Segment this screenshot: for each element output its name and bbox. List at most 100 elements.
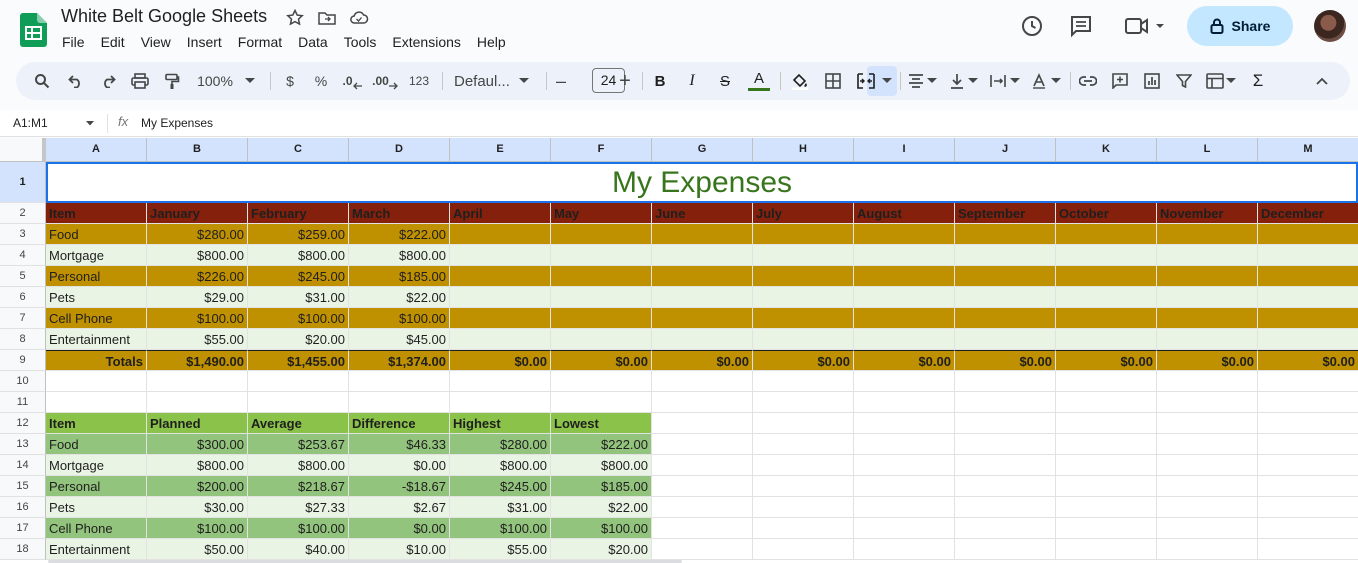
empty-cell[interactable] — [753, 518, 854, 539]
expense-header-cell[interactable]: October — [1056, 203, 1157, 224]
row-header-8[interactable]: 8 — [0, 329, 46, 350]
stats-cell[interactable]: Cell Phone — [46, 518, 147, 539]
borders-icon[interactable] — [821, 62, 845, 100]
expense-cell[interactable]: $222.00 — [349, 224, 450, 245]
row-header-1[interactable]: 1 — [0, 162, 46, 203]
chevron-down-icon[interactable] — [966, 62, 980, 100]
stats-cell[interactable]: $100.00 — [147, 518, 248, 539]
expense-header-cell[interactable]: December — [1258, 203, 1358, 224]
empty-cell[interactable] — [652, 434, 753, 455]
expense-cell[interactable] — [753, 287, 854, 308]
expense-cell[interactable]: $55.00 — [147, 329, 248, 350]
expense-cell[interactable]: Entertainment — [46, 329, 147, 350]
expense-cell[interactable] — [450, 308, 551, 329]
stats-cell[interactable]: $0.00 — [349, 518, 450, 539]
sheets-logo[interactable] — [20, 13, 47, 47]
stats-header-cell[interactable]: Lowest — [551, 413, 652, 434]
empty-cell[interactable] — [1056, 497, 1157, 518]
empty-cell[interactable] — [753, 539, 854, 560]
decrease-decimal-button[interactable]: .0 — [341, 62, 363, 100]
total-cell[interactable]: $0.00 — [955, 350, 1056, 371]
expense-cell[interactable]: $259.00 — [248, 224, 349, 245]
empty-cell[interactable] — [854, 518, 955, 539]
expense-cell[interactable]: $45.00 — [349, 329, 450, 350]
expense-header-cell[interactable]: September — [955, 203, 1056, 224]
menu-data[interactable]: Data — [290, 33, 336, 53]
empty-cell[interactable] — [1258, 371, 1358, 392]
empty-cell[interactable] — [1258, 413, 1358, 434]
empty-cell[interactable] — [753, 455, 854, 476]
expense-cell[interactable] — [955, 287, 1056, 308]
stats-cell[interactable]: $55.00 — [450, 539, 551, 560]
paint-format-icon[interactable] — [160, 62, 184, 100]
row-header-14[interactable]: 14 — [0, 455, 46, 476]
stats-cell[interactable]: $100.00 — [551, 518, 652, 539]
expense-cell[interactable]: $100.00 — [349, 308, 450, 329]
empty-cell[interactable] — [1157, 371, 1258, 392]
empty-cell[interactable] — [652, 476, 753, 497]
empty-cell[interactable] — [1258, 539, 1358, 560]
expense-cell[interactable] — [551, 224, 652, 245]
expense-cell[interactable] — [1258, 245, 1358, 266]
row-header-3[interactable]: 3 — [0, 224, 46, 245]
stats-cell[interactable]: $800.00 — [248, 455, 349, 476]
column-header-d[interactable]: D — [349, 138, 450, 162]
expense-cell[interactable] — [854, 308, 955, 329]
expense-cell[interactable] — [1157, 266, 1258, 287]
text-rotation-icon[interactable] — [1028, 62, 1050, 100]
expense-cell[interactable] — [1258, 266, 1358, 287]
empty-cell[interactable] — [753, 413, 854, 434]
stats-cell[interactable]: $100.00 — [248, 518, 349, 539]
expense-header-cell[interactable]: July — [753, 203, 854, 224]
empty-cell[interactable] — [955, 413, 1056, 434]
empty-cell[interactable] — [46, 371, 147, 392]
empty-cell[interactable] — [450, 371, 551, 392]
undo-icon[interactable] — [64, 62, 88, 100]
insert-comment-icon[interactable] — [1109, 62, 1131, 100]
empty-cell[interactable] — [854, 455, 955, 476]
expense-cell[interactable] — [652, 329, 753, 350]
expense-cell[interactable] — [753, 245, 854, 266]
stats-cell[interactable]: $218.67 — [248, 476, 349, 497]
stats-cell[interactable]: $27.33 — [248, 497, 349, 518]
currency-format-button[interactable]: $ — [280, 62, 300, 100]
expense-header-cell[interactable]: March — [349, 203, 450, 224]
row-header-12[interactable]: 12 — [0, 413, 46, 434]
empty-cell[interactable] — [854, 497, 955, 518]
vertical-align-icon[interactable] — [946, 62, 968, 100]
empty-cell[interactable] — [652, 371, 753, 392]
empty-cell[interactable] — [652, 413, 753, 434]
row-header-17[interactable]: 17 — [0, 518, 46, 539]
font-family-select[interactable]: Defaul... — [452, 62, 518, 100]
insert-link-icon[interactable] — [1077, 62, 1099, 100]
empty-cell[interactable] — [248, 371, 349, 392]
menu-insert[interactable]: Insert — [179, 33, 230, 53]
stats-cell[interactable]: Pets — [46, 497, 147, 518]
merge-cells-icon[interactable] — [854, 62, 878, 100]
increase-decimal-button[interactable]: .00 — [372, 62, 398, 100]
expense-cell[interactable] — [1157, 308, 1258, 329]
expense-cell[interactable] — [450, 245, 551, 266]
expense-cell[interactable] — [1056, 245, 1157, 266]
empty-cell[interactable] — [1258, 497, 1358, 518]
empty-cell[interactable] — [1056, 413, 1157, 434]
expense-header-cell[interactable]: August — [854, 203, 955, 224]
empty-cell[interactable] — [652, 392, 753, 413]
expense-cell[interactable] — [753, 308, 854, 329]
stats-cell[interactable]: $0.00 — [349, 455, 450, 476]
column-header-l[interactable]: L — [1157, 138, 1258, 162]
stats-cell[interactable]: $46.33 — [349, 434, 450, 455]
empty-cell[interactable] — [854, 476, 955, 497]
stats-cell[interactable]: $800.00 — [147, 455, 248, 476]
chevron-down-icon[interactable] — [86, 121, 94, 126]
total-cell[interactable]: $1,455.00 — [248, 350, 349, 371]
empty-cell[interactable] — [854, 539, 955, 560]
empty-cell[interactable] — [349, 371, 450, 392]
empty-cell[interactable] — [1157, 455, 1258, 476]
stats-header-cell[interactable]: Difference — [349, 413, 450, 434]
expense-cell[interactable] — [955, 308, 1056, 329]
column-header-b[interactable]: B — [147, 138, 248, 162]
menu-edit[interactable]: Edit — [93, 33, 133, 53]
empty-cell[interactable] — [753, 497, 854, 518]
empty-cell[interactable] — [147, 371, 248, 392]
